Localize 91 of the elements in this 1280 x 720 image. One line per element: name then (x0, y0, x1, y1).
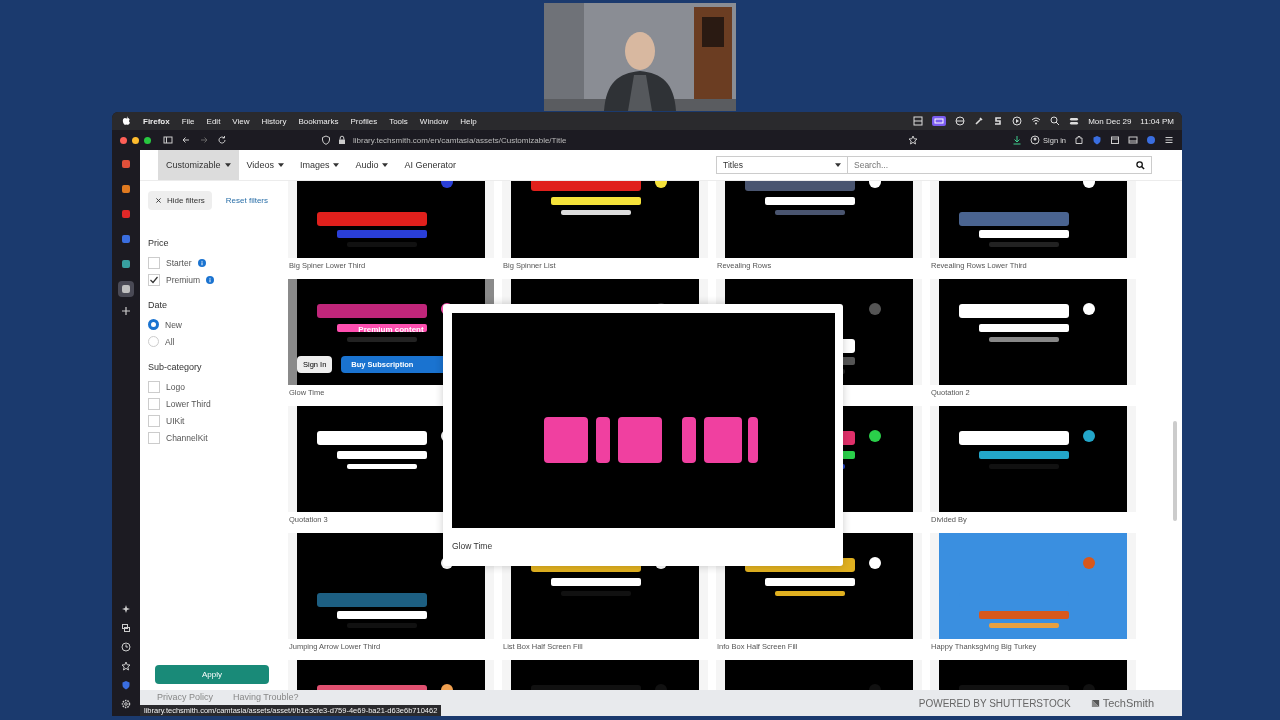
checkbox[interactable] (148, 273, 160, 286)
checkbox[interactable] (148, 414, 160, 427)
option-label: New (165, 319, 182, 330)
preview-title: Glow Time (452, 541, 494, 551)
settings-icon[interactable] (121, 699, 131, 709)
brand-logo[interactable]: TechSmith (1090, 697, 1154, 709)
container-icon[interactable] (1110, 135, 1120, 145)
apply-button[interactable]: Apply (155, 665, 269, 684)
bookmark-star-icon[interactable] (908, 135, 919, 145)
radio-button[interactable] (148, 319, 159, 330)
shield-icon[interactable] (1092, 135, 1102, 145)
option-label: Premium (166, 274, 200, 285)
nav-tab[interactable]: AI Generator (396, 150, 464, 180)
tabs-icon[interactable] (121, 623, 131, 633)
nav-tab[interactable]: Customizable (158, 150, 239, 180)
checkbox[interactable] (148, 256, 160, 269)
menu-item[interactable]: Help (460, 116, 477, 126)
close-icon (155, 197, 162, 204)
menu-item[interactable]: Edit (206, 116, 221, 126)
profile-icon[interactable] (1146, 135, 1156, 145)
extensions-icon[interactable] (1074, 135, 1084, 145)
control-center-icon[interactable] (1069, 116, 1080, 126)
option-label: ChannelKit (166, 432, 208, 443)
menu-item[interactable]: Firefox (143, 116, 170, 126)
globe-icon[interactable] (955, 116, 966, 126)
sparkle-icon[interactable] (121, 604, 131, 614)
menu-bar-time[interactable]: 11:04 PM (1140, 116, 1174, 126)
download-icon[interactable] (1012, 135, 1023, 145)
option-label: UIKit (166, 415, 185, 426)
option-label: Logo (166, 381, 185, 392)
menu-icon[interactable] (1164, 135, 1174, 145)
clock-icon[interactable] (121, 642, 131, 652)
menu-item[interactable]: File (181, 116, 195, 126)
checkbox[interactable] (148, 431, 160, 444)
option-label: Lower Third (166, 398, 211, 409)
play-icon[interactable] (1012, 116, 1023, 126)
premium-content-label: Premium content (358, 325, 424, 334)
caret-icon (333, 163, 340, 167)
filter-heading: Date (148, 300, 168, 310)
nav-tab[interactable]: Videos (238, 150, 292, 180)
s-shape-icon[interactable] (993, 116, 1004, 126)
tool-icon[interactable] (974, 116, 985, 126)
account-icon (1030, 135, 1041, 145)
menu-item[interactable]: History (261, 116, 287, 126)
powered-by-text: POWERED BY SHUTTERSTOCK (918, 697, 1071, 709)
menu-item[interactable]: Bookmarks (298, 116, 339, 126)
reload-icon[interactable] (217, 135, 227, 145)
caret-icon (382, 163, 389, 167)
screen-icon[interactable] (932, 116, 947, 126)
menu-item[interactable]: Window (419, 116, 449, 126)
sidebar-icon[interactable] (163, 135, 173, 145)
reset-filters-link[interactable]: Reset filters (225, 196, 269, 205)
filter-heading: Sub-category (148, 362, 203, 372)
caret-icon (224, 163, 231, 167)
menu-item[interactable]: Tools (389, 116, 408, 126)
zoom-icon[interactable] (144, 136, 151, 144)
category-dropdown[interactable]: Titles (716, 156, 848, 174)
nav-tab[interactable]: Audio (347, 150, 397, 180)
address-bar[interactable]: library.techsmith.com/en/camtasia/assets/Customizable/Title (315, 133, 925, 147)
panel-icon[interactable] (1128, 135, 1138, 145)
add-icon[interactable] (121, 306, 131, 316)
forward-icon (199, 135, 209, 145)
minimize-icon[interactable] (132, 136, 139, 144)
logo-icon (1090, 698, 1100, 708)
hide-filters-button[interactable]: Hide filters (148, 191, 212, 210)
sidebar-app-icon[interactable] (118, 281, 134, 297)
caret-icon (835, 163, 841, 167)
search-field[interactable]: Search... (848, 156, 1152, 174)
info-icon[interactable] (197, 258, 206, 267)
window-icon[interactable] (913, 116, 924, 126)
search-icon[interactable] (1050, 116, 1061, 126)
checkbox[interactable] (148, 380, 160, 393)
option-label: Starter (166, 257, 192, 268)
checkbox[interactable] (148, 397, 160, 410)
nav-tab[interactable]: Images (291, 150, 348, 180)
menu-item[interactable]: Profiles (350, 116, 378, 126)
option-label: All (165, 336, 175, 347)
lock-icon (337, 135, 347, 145)
shield-icon (321, 135, 331, 145)
filter-heading: Price (148, 238, 170, 248)
apple-icon[interactable] (122, 116, 131, 126)
menu-bar-date[interactable]: Mon Dec 29 (1088, 116, 1132, 126)
menu-item[interactable]: View (232, 116, 250, 126)
close-icon[interactable] (120, 136, 127, 144)
search-icon[interactable] (1136, 160, 1145, 170)
star-icon[interactable] (121, 661, 131, 671)
shield-icon[interactable] (121, 680, 131, 690)
info-icon[interactable] (206, 275, 214, 284)
back-icon[interactable] (181, 135, 191, 145)
wifi-icon[interactable] (1031, 116, 1042, 126)
caret-icon (277, 163, 284, 167)
